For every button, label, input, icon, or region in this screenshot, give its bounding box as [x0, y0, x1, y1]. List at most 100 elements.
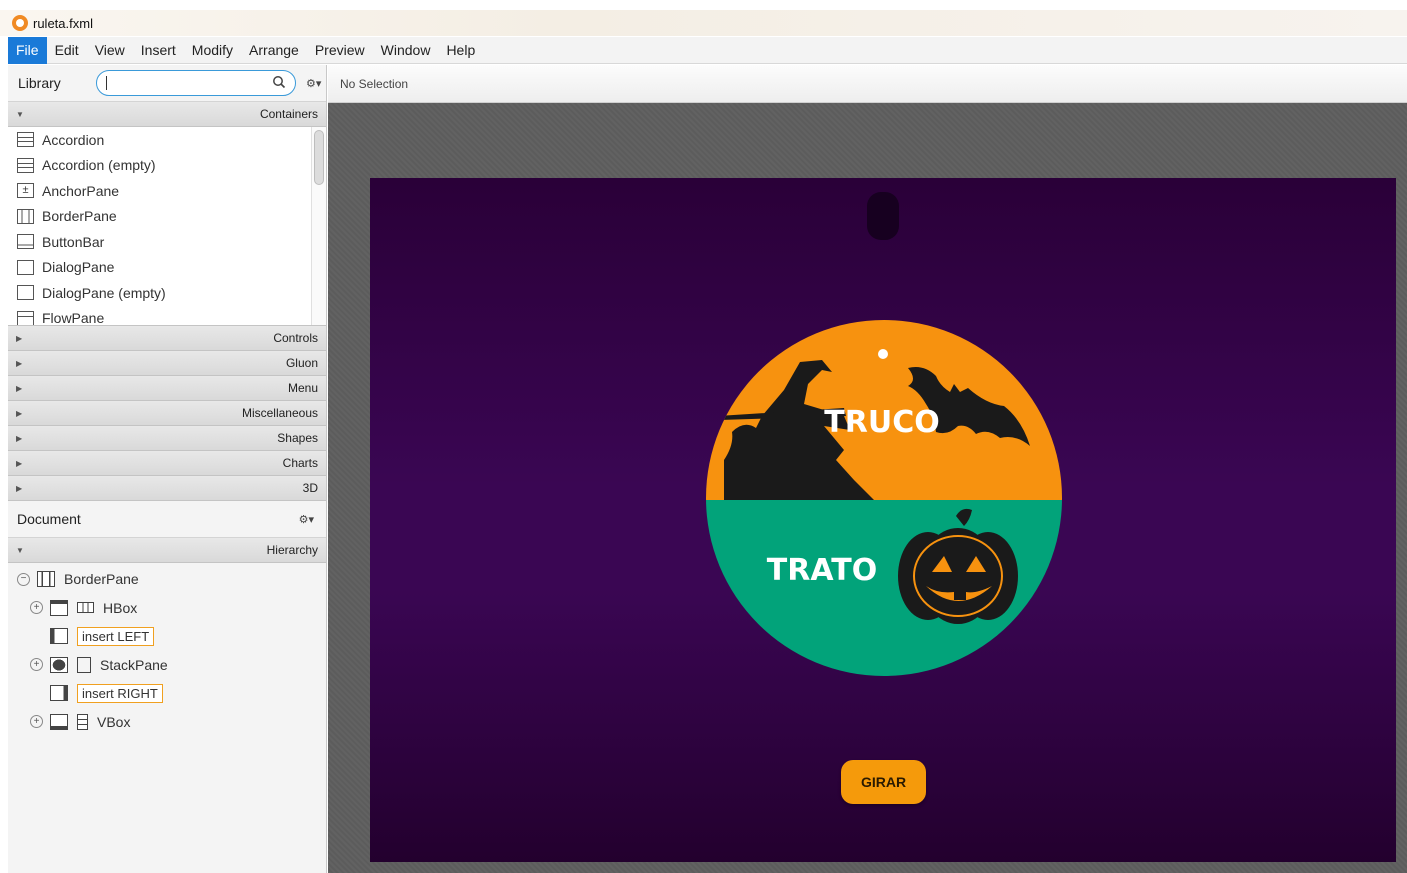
library-search-input[interactable] — [96, 70, 296, 96]
library-label: Library — [18, 75, 61, 91]
tree-node-insert-right[interactable]: insert RIGHT — [8, 679, 326, 708]
tree-node-vbox[interactable]: + VBox — [8, 708, 326, 737]
library-item-anchorpane[interactable]: ± AnchorPane — [8, 178, 326, 204]
menu-insert[interactable]: Insert — [133, 37, 184, 64]
expand-toggle-icon[interactable]: + — [30, 658, 43, 672]
bottom-region-icon — [50, 713, 68, 730]
section-label: Charts — [282, 456, 318, 470]
accordion-icon — [17, 132, 34, 148]
library-item-flowpane[interactable]: FlowPane — [8, 306, 326, 326]
section-label: Miscellaneous — [241, 406, 318, 420]
menu-bar: File Edit View Insert Modify Arrange Pre… — [8, 36, 1407, 64]
library-header: Library ⚙▾ — [8, 65, 326, 102]
expanded-arrow-icon: ▼ — [16, 545, 24, 555]
right-region-icon — [50, 685, 68, 702]
document-header: Document ⚙▾ — [8, 501, 326, 538]
menu-modify[interactable]: Modify — [184, 37, 241, 64]
menu-view[interactable]: View — [87, 37, 133, 64]
top-region-icon — [50, 599, 68, 616]
library-item-label: ButtonBar — [42, 233, 105, 250]
tree-node-hbox[interactable]: + HBox — [8, 594, 326, 623]
menu-preview[interactable]: Preview — [307, 37, 373, 64]
girar-button[interactable]: GIRAR — [841, 760, 926, 804]
section-charts[interactable]: ▶ Charts — [8, 451, 326, 476]
hbox-icon — [77, 602, 94, 614]
collapsed-arrow-icon: ▶ — [16, 333, 23, 343]
library-item-dialogpane-empty[interactable]: DialogPane (empty) — [8, 280, 326, 306]
stackpane-icon — [77, 656, 91, 673]
insert-left-placeholder[interactable]: insert LEFT — [77, 626, 155, 646]
anchorpane-icon: ± — [17, 183, 34, 199]
collapsed-arrow-icon: ▶ — [16, 433, 23, 443]
expand-toggle-icon[interactable]: + — [30, 715, 43, 729]
library-item-label: BorderPane — [42, 208, 117, 225]
vbox-icon — [77, 713, 88, 730]
library-settings-gear-icon[interactable]: ⚙▾ — [306, 77, 321, 90]
section-shapes[interactable]: ▶ Shapes — [8, 426, 326, 451]
title-bar: ruleta.fxml — [0, 10, 1407, 36]
tree-node-label: HBox — [103, 599, 138, 616]
menu-window[interactable]: Window — [373, 37, 439, 64]
scene-builder-window: ruleta.fxml File Edit View Insert Modify… — [0, 0, 1407, 873]
section-3d[interactable]: ▶ 3D — [8, 476, 326, 501]
section-label: Gluon — [285, 356, 318, 370]
section-controls[interactable]: ▶ Controls — [8, 326, 326, 351]
collapsed-arrow-icon: ▶ — [16, 483, 23, 493]
menu-arrange[interactable]: Arrange — [241, 37, 307, 64]
library-item-label: FlowPane — [42, 310, 105, 326]
library-item-buttonbar[interactable]: ButtonBar — [8, 229, 326, 255]
search-icon[interactable] — [272, 75, 286, 89]
document-settings-gear-icon[interactable]: ⚙▾ — [299, 513, 314, 526]
center-region-icon — [50, 656, 68, 673]
document-label: Document — [17, 511, 81, 527]
section-menu[interactable]: ▶ Menu — [8, 376, 326, 401]
tree-node-label: VBox — [97, 713, 131, 730]
library-item-accordion[interactable]: Accordion — [8, 127, 326, 153]
truco-label: TRUCO — [824, 405, 939, 440]
insert-right-placeholder[interactable]: insert RIGHT — [77, 683, 163, 703]
expand-toggle-icon[interactable]: + — [30, 601, 43, 615]
collapse-toggle-icon[interactable]: − — [17, 572, 30, 586]
menu-edit[interactable]: Edit — [47, 37, 87, 64]
selection-status: No Selection — [340, 76, 409, 91]
section-label: Shapes — [277, 431, 318, 445]
collapsed-arrow-icon: ▶ — [16, 458, 23, 468]
library-item-label: DialogPane (empty) — [42, 284, 166, 301]
collapsed-arrow-icon: ▶ — [16, 358, 23, 368]
app-logo-icon — [12, 15, 28, 31]
library-item-label: AnchorPane — [42, 182, 120, 199]
section-label: Controls — [273, 331, 318, 345]
dialogpane-icon — [17, 259, 34, 275]
roulette-wheel[interactable]: TRUCO TRATO — [704, 320, 1064, 680]
library-item-borderpane[interactable]: BorderPane — [8, 204, 326, 230]
section-containers[interactable]: ▼ Containers — [8, 102, 326, 127]
text-cursor — [106, 76, 107, 90]
buttonbar-icon — [17, 234, 34, 250]
tree-node-label: StackPane — [100, 656, 168, 673]
accordion-icon — [17, 157, 34, 173]
library-item-label: Accordion (empty) — [42, 157, 156, 174]
menu-file[interactable]: File — [8, 36, 47, 64]
wheel-center-dot — [878, 349, 888, 359]
section-label: Menu — [287, 381, 318, 395]
library-item-dialogpane[interactable]: DialogPane — [8, 255, 326, 281]
library-item-accordion-empty[interactable]: Accordion (empty) — [8, 153, 326, 179]
hierarchy-tree: − BorderPane + HBox insert LEFT + StackP… — [8, 563, 326, 736]
section-miscellaneous[interactable]: ▶ Miscellaneous — [8, 401, 326, 426]
tree-node-insert-left[interactable]: insert LEFT — [8, 622, 326, 651]
library-item-label: Accordion — [42, 131, 105, 148]
containers-list: Accordion Accordion (empty) ± AnchorPane… — [8, 127, 326, 326]
section-gluon[interactable]: ▶ Gluon — [8, 351, 326, 376]
tree-node-stackpane[interactable]: + StackPane — [8, 651, 326, 680]
menu-help[interactable]: Help — [438, 37, 483, 64]
tree-node-borderpane[interactable]: − BorderPane — [8, 565, 326, 594]
roulette-pointer — [867, 192, 899, 240]
section-hierarchy[interactable]: ▼ Hierarchy — [8, 538, 326, 563]
selection-bar: No Selection — [328, 65, 1407, 103]
left-panel: Library ⚙▾ ▼ Containers Accordion Accord… — [8, 65, 327, 873]
section-label: 3D — [302, 481, 318, 495]
collapsed-arrow-icon: ▶ — [16, 408, 23, 418]
library-scrollbar-thumb[interactable] — [314, 130, 324, 185]
trato-label: TRATO — [767, 553, 877, 588]
window-title: ruleta.fxml — [33, 15, 93, 31]
